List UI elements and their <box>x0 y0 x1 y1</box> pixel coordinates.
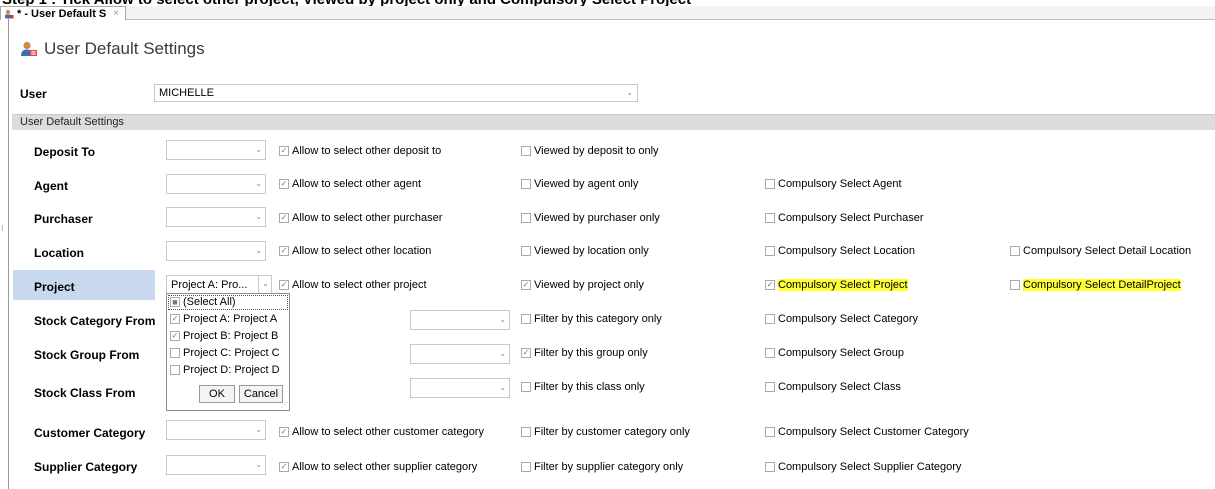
label-purchaser: Purchaser <box>34 212 93 226</box>
user-label: User <box>20 87 47 101</box>
chk-allow-other-agent[interactable]: ✓ Allow to select other agent <box>279 178 421 190</box>
chk-allow-other-supplier-category[interactable]: ✓ Allow to select other supplier category <box>279 461 477 473</box>
label-stock-group-from: Stock Group From <box>34 348 140 362</box>
chk-viewed-by-location[interactable]: Viewed by location only <box>521 245 649 257</box>
chk-compulsory-customer-category[interactable]: Compulsory Select Customer Category <box>765 426 969 438</box>
dropdown-item-project-a[interactable]: ✓ Project A: Project A <box>170 313 277 325</box>
chevron-down-icon[interactable]: ⌄ <box>499 383 506 392</box>
chevron-down-icon[interactable]: ⌄ <box>499 349 506 358</box>
chevron-down-icon[interactable]: ⌄ <box>499 315 506 324</box>
supplier-category-combobox[interactable]: ⌄ <box>166 455 266 475</box>
location-combobox[interactable]: ⌄ <box>166 241 266 261</box>
chk-filter-by-supplier-category[interactable]: Filter by supplier category only <box>521 461 683 473</box>
stock-group-to-combobox[interactable]: ⌄ <box>410 344 510 364</box>
chevron-down-icon[interactable]: ⌄ <box>262 279 269 288</box>
chk-compulsory-agent[interactable]: Compulsory Select Agent <box>765 178 902 190</box>
chk-allow-other-customer-category[interactable]: ✓ Allow to select other customer category <box>279 426 484 438</box>
group-title: User Default Settings <box>20 116 124 128</box>
project-combobox[interactable]: Project A: Pro... ⌄ <box>166 275 272 295</box>
chk-viewed-by-project[interactable]: ✓ Viewed by project only <box>521 279 644 291</box>
dropdown-item-project-b[interactable]: ✓ Project B: Project B <box>170 330 278 342</box>
label-customer-category: Customer Category <box>34 426 146 440</box>
chk-viewed-by-deposit[interactable]: Viewed by deposit to only <box>521 145 659 157</box>
customer-category-combobox[interactable]: ⌄ <box>166 420 266 440</box>
tab-label: * - User Default S <box>17 7 107 20</box>
agent-combobox[interactable]: ⌄ <box>166 174 266 194</box>
tab-user-default-settings[interactable]: * - User Default S × <box>0 6 127 20</box>
stock-class-to-combobox[interactable]: ⌄ <box>410 378 510 398</box>
chk-compulsory-project[interactable]: ✓ Compulsory Select Project <box>765 279 908 291</box>
user-settings-icon <box>21 41 37 56</box>
label-deposit-to: Deposit To <box>34 145 96 159</box>
splitter-mark: ⁝ <box>1 224 4 233</box>
label-project: Project <box>34 280 75 294</box>
chk-filter-by-class[interactable]: Filter by this class only <box>521 381 645 393</box>
tab-close-icon[interactable]: × <box>113 8 119 20</box>
user-combobox[interactable]: MICHELLE ⌄ <box>154 84 638 102</box>
chk-allow-other-project[interactable]: ✓ Allow to select other project <box>279 279 427 291</box>
chk-allow-other-location[interactable]: ✓ Allow to select other location <box>279 245 431 257</box>
chk-compulsory-supplier-category[interactable]: Compulsory Select Supplier Category <box>765 461 961 473</box>
chk-compulsory-class[interactable]: Compulsory Select Class <box>765 381 901 393</box>
chevron-down-icon[interactable]: ⌄ <box>255 246 262 255</box>
chk-allow-other-purchaser[interactable]: ✓ Allow to select other purchaser <box>279 212 442 224</box>
chk-filter-by-customer-category[interactable]: Filter by customer category only <box>521 426 690 438</box>
stock-category-to-combobox[interactable]: ⌄ <box>410 310 510 330</box>
resize-grip-icon[interactable]: ⋰ <box>281 401 288 409</box>
page-title: User Default Settings <box>44 39 205 58</box>
project-dropdown-list: ■ (Select All) ✓ Project A: Project A ✓ Pro… <box>166 293 290 411</box>
label-location: Location <box>34 246 84 260</box>
chk-compulsory-purchaser[interactable]: Compulsory Select Purchaser <box>765 212 924 224</box>
purchaser-combobox[interactable]: ⌄ <box>166 207 266 227</box>
label-stock-category-from: Stock Category From <box>34 314 156 328</box>
project-combo-button[interactable]: ⌄ <box>258 276 271 294</box>
chk-compulsory-detail-location[interactable]: Compulsory Select Detail Location <box>1010 245 1191 257</box>
chk-filter-by-group[interactable]: ✓ Filter by this group only <box>521 347 648 359</box>
chk-viewed-by-purchaser[interactable]: Viewed by purchaser only <box>521 212 660 224</box>
chk-allow-other-deposit[interactable]: ✓ Allow to select other deposit to <box>279 145 441 157</box>
ok-button[interactable]: OK <box>199 385 235 403</box>
chk-filter-by-category[interactable]: Filter by this category only <box>521 313 662 325</box>
chk-viewed-by-agent[interactable]: Viewed by agent only <box>521 178 638 190</box>
chk-compulsory-location[interactable]: Compulsory Select Location <box>765 245 915 257</box>
deposit-to-combobox[interactable]: ⌄ <box>166 140 266 160</box>
dropdown-item-project-c[interactable]: Project C: Project C <box>170 347 280 359</box>
project-combo-value: Project A: Pro... <box>171 279 248 291</box>
dropdown-item-select-all[interactable]: ■ (Select All) <box>170 296 236 308</box>
chevron-down-icon[interactable]: ⌄ <box>255 179 262 188</box>
group-header: User Default Settings <box>12 114 1215 130</box>
cancel-button[interactable]: Cancel <box>239 385 283 403</box>
label-supplier-category: Supplier Category <box>34 460 138 474</box>
user-settings-icon <box>5 9 14 18</box>
chevron-down-icon[interactable]: ⌄ <box>255 145 262 154</box>
label-agent: Agent <box>34 179 68 193</box>
user-value: MICHELLE <box>159 87 215 99</box>
chk-compulsory-detail-project[interactable]: Compulsory Select Detail Project <box>1010 279 1181 291</box>
chk-compulsory-group[interactable]: Compulsory Select Group <box>765 347 904 359</box>
chevron-down-icon[interactable]: ⌄ <box>255 425 262 434</box>
tab-strip <box>0 6 1215 20</box>
label-stock-class-from: Stock Class From <box>34 386 136 400</box>
chevron-down-icon[interactable]: ⌄ <box>255 212 262 221</box>
chk-compulsory-category[interactable]: Compulsory Select Category <box>765 313 918 325</box>
dropdown-item-project-d[interactable]: Project D: Project D <box>170 364 280 376</box>
chevron-down-icon[interactable]: ⌄ <box>255 460 262 469</box>
chevron-down-icon[interactable]: ⌄ <box>626 88 633 97</box>
